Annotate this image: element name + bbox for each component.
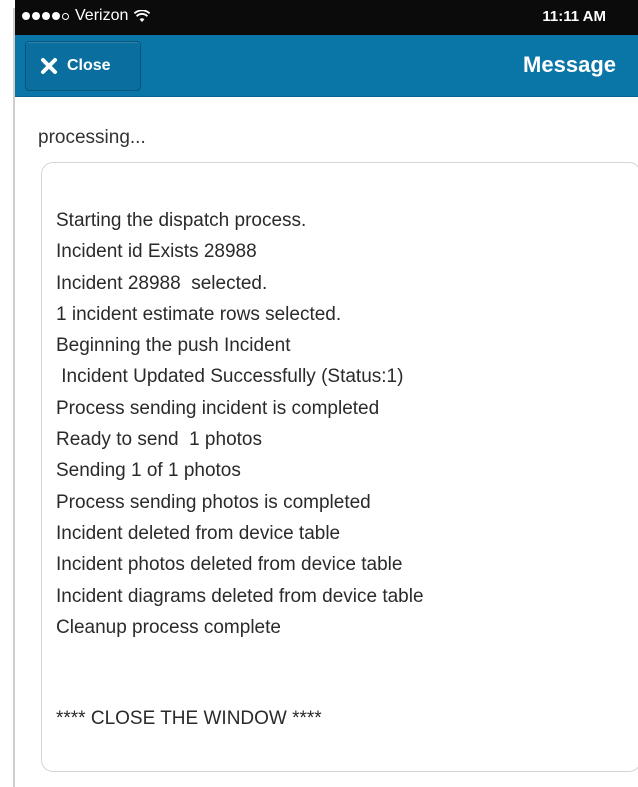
log-line: Beginning the push Incident <box>56 335 291 357</box>
log-line: Incident photos deleted from device tabl… <box>56 554 403 576</box>
log-line: Sending 1 of 1 photos <box>56 460 241 482</box>
window-edge <box>13 8 15 787</box>
log-line: Cleanup process complete <box>56 616 281 638</box>
close-icon <box>41 58 57 74</box>
app-window: Verizon 11:11 AM Close Message processin… <box>0 0 638 787</box>
status-bar: Verizon 11:11 AM <box>15 0 638 35</box>
message-log-box: Starting the dispatch process. Incident … <box>41 162 638 772</box>
log-line: Ready to send 1 photos <box>56 429 262 451</box>
close-button[interactable]: Close <box>25 41 141 91</box>
log-line: 1 incident estimate rows selected. <box>56 303 342 325</box>
status-time: 11:11 AM <box>542 8 606 25</box>
processing-label: processing... <box>38 127 146 148</box>
log-line: Incident deleted from device table <box>56 522 341 544</box>
signal-strength-icon <box>22 12 69 20</box>
log-line: Process sending photos is completed <box>56 491 371 513</box>
log-line: Incident 28988 selected. <box>56 272 268 294</box>
close-button-label: Close <box>67 57 111 74</box>
header-bar: Close Message <box>15 35 638 97</box>
log-line: Incident diagrams deleted from device ta… <box>56 585 424 607</box>
page-title: Message <box>523 52 616 77</box>
log-lines: Starting the dispatch process. Incident … <box>56 205 424 643</box>
log-footer-message: **** CLOSE THE WINDOW **** <box>56 708 322 729</box>
status-left: Verizon <box>22 7 151 25</box>
log-line: Starting the dispatch process. <box>56 210 307 231</box>
carrier-name: Verizon <box>75 7 129 24</box>
wifi-icon <box>134 9 151 23</box>
log-line: Incident Updated Successfully (Status:1) <box>56 366 404 388</box>
log-line: Process sending incident is completed <box>56 397 380 419</box>
log-line: Incident id Exists 28988 <box>56 241 257 263</box>
